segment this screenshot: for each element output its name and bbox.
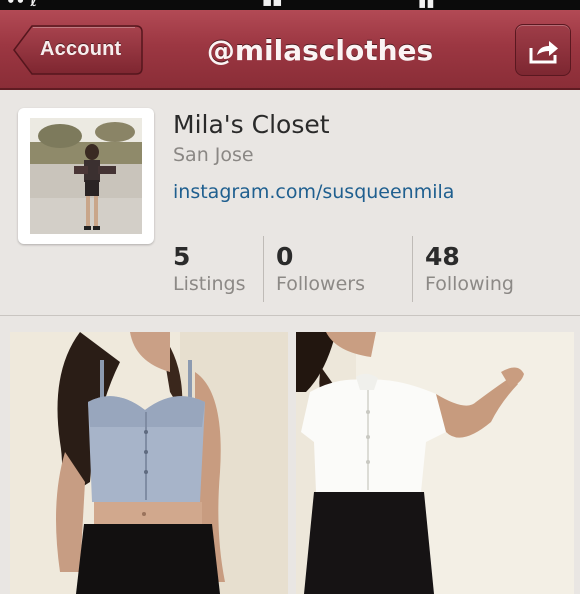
location-text: San Jose <box>173 144 254 166</box>
stat-divider <box>412 236 413 302</box>
avatar-photo <box>30 118 142 234</box>
back-button-label: Account <box>40 38 122 60</box>
stat-label: Followers <box>276 273 365 295</box>
shop-name: Mila's Closet <box>173 110 330 139</box>
listing-tile[interactable] <box>296 332 574 594</box>
share-icon <box>529 41 558 64</box>
share-button[interactable] <box>515 24 571 76</box>
profile-header: Mila's Closet San Jose instagram.com/sus… <box>0 92 580 316</box>
stat-value: 5 <box>173 242 191 271</box>
carrier-text: •• ℓ <box>6 0 38 10</box>
stat-value: 48 <box>425 242 460 271</box>
stat-label: Listings <box>173 273 246 295</box>
back-button[interactable]: Account <box>12 24 144 76</box>
battery-icon: ▮▮ <box>418 0 435 10</box>
listing-photo-denim-top <box>10 332 288 594</box>
listing-photo-white-shirt <box>296 332 574 594</box>
profile-link[interactable]: instagram.com/susqueenmila <box>173 181 454 203</box>
stat-followers[interactable]: 0 Followers <box>276 242 365 295</box>
navigation-bar: Account @milasclothes <box>0 10 580 90</box>
stat-following[interactable]: 48 Following <box>425 242 514 295</box>
stat-listings[interactable]: 5 Listings <box>173 242 246 295</box>
clock-text: ▪▪ <box>262 0 283 10</box>
stat-divider <box>263 236 264 302</box>
stat-label: Following <box>425 273 514 295</box>
listing-tile[interactable] <box>10 332 288 594</box>
page-title: @milasclothes <box>206 34 434 67</box>
listings-grid <box>0 318 580 594</box>
status-bar: •• ℓ ▪▪ ▮▮ <box>0 0 580 10</box>
stat-value: 0 <box>276 242 294 271</box>
avatar[interactable] <box>18 108 154 244</box>
